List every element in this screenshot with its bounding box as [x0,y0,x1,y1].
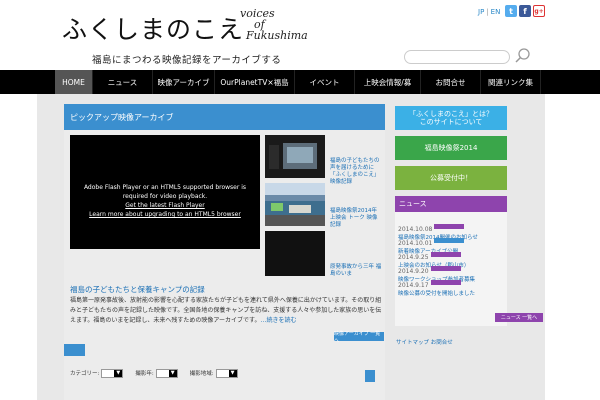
dropdown-arrow-icon: ▼ [228,369,237,377]
video-player[interactable]: Adobe Flash Player or an HTML5 supported… [70,135,260,249]
nav-item-archive[interactable]: 映像アーカイブ [153,70,215,94]
sidebar-footer-link[interactable]: サイトマップ お問合せ [396,338,453,346]
thumbnail-caption[interactable]: 原発事故から三年 福島のいま [330,264,384,278]
search-icon[interactable] [514,47,532,65]
nav-item-contact[interactable]: お問合せ [421,70,481,94]
video-thumbnail[interactable] [265,183,325,226]
category-select[interactable]: ▼ [101,368,124,378]
search-box [404,50,510,70]
news-item[interactable]: 2014.10.08 福島映像祭2014開催のお知らせ [398,216,506,241]
dropdown-arrow-icon: ▼ [114,369,123,377]
search-input[interactable] [405,58,509,70]
year-filter-label: 撮影年: [135,371,154,377]
thumbnail-caption[interactable]: 福島映像祭2014年 上映会 トーク 映像 記録 [330,208,384,229]
archive-search-header [64,344,85,356]
read-more-link[interactable]: …続きを読む [260,317,296,324]
video-thumbnail[interactable] [265,135,325,178]
thumbnail-caption[interactable]: 福島の子どもたちの声を届けるために「ふくしまのこえ」映像記録 [330,158,384,186]
html5-upgrade-link[interactable]: Learn more about upgrading to an HTML5 b… [70,210,260,219]
nav-item-ourplanettv[interactable]: OurPlanetTV×福島 [215,70,295,94]
news-list: 2014.10.08 福島映像祭2014開催のお知らせ 2014.10.01 新… [398,216,506,297]
site-header: ふくしまのこえ voices of Fukushima 福島にまつわる映像記録を… [0,0,600,70]
site-logo[interactable]: ふくしまのこえ [62,10,244,46]
news-item[interactable]: 2014.9.20 映像ワークショップ参加者募集 [398,258,506,283]
region-filter-label: 撮影地域: [189,371,214,377]
pickup-section-title: ピックアップ映像アーカイブ [64,104,385,130]
news-header: ニュース [395,196,507,212]
news-category-badge [430,252,461,257]
video-thumbnail[interactable] [265,231,325,276]
news-list-button[interactable]: ニュース 一覧へ [495,313,543,322]
news-category-badge [430,280,461,285]
filter-submit-button[interactable] [365,370,375,382]
site-logo-english: voices of Fukushima [240,7,308,42]
language-switcher: JP | EN [478,8,501,16]
lang-jp-link[interactable]: JP [478,8,484,16]
news-item[interactable]: 2014.9.25 上映会のお知らせ（郡山市） [398,244,506,269]
recruitment-banner-button[interactable]: 公募受付中！ [395,166,507,190]
nav-item-home[interactable]: HOME [55,70,93,94]
nav-item-screenings[interactable]: 上映会情報/募 [355,70,421,94]
news-category-badge [434,224,465,229]
nav-item-news[interactable]: ニュース [93,70,153,94]
flash-player-link[interactable]: Get the latest Flash Player [70,201,260,210]
news-category-badge [434,238,465,243]
thumbnail-image [265,135,325,178]
lang-en-link[interactable]: EN [491,8,501,16]
google-plus-icon[interactable]: g+ [533,5,545,17]
archive-list-button[interactable]: 映像アーカイブ 一覧へ [334,331,384,344]
category-filter-label: カテゴリー: [70,371,100,377]
thumbnail-image [265,183,325,226]
social-links: t f g+ [505,5,545,17]
twitter-icon[interactable]: t [505,5,517,17]
festival-banner-button[interactable]: 福島映像祭2014 [395,136,507,160]
nav-item-events[interactable]: イベント [295,70,355,94]
news-item[interactable]: 2014.9.17 映像公募の受付を開始しました [398,272,506,297]
news-item[interactable]: 2014.10.01 新着映像アーカイブ公開 [398,230,506,255]
about-site-button[interactable]: 「ふくしまのこえ」とは？ このサイトについて [395,106,507,130]
feature-title-link[interactable]: 福島の子どもたちと保養キャンプの記録 [70,284,205,295]
archive-filter-row: カテゴリー: ▼ 撮影年: ▼ 撮影地域: ▼ [70,366,246,380]
news-category-badge [430,266,461,271]
feature-description: 福島第一原発事故後、放射能の影響を心配する家族たちが子どもを連れて県外へ保養に出… [70,297,382,324]
year-select[interactable]: ▼ [155,368,178,378]
nav-item-links[interactable]: 関連リンク集 [481,70,541,94]
dropdown-arrow-icon: ▼ [168,369,177,377]
region-select[interactable]: ▼ [215,368,238,378]
site-tagline: 福島にまつわる映像記録をアーカイブする [92,55,282,66]
main-nav: HOME ニュース 映像アーカイブ OurPlanetTV×福島 イベント 上映… [0,70,600,94]
facebook-icon[interactable]: f [519,5,531,17]
